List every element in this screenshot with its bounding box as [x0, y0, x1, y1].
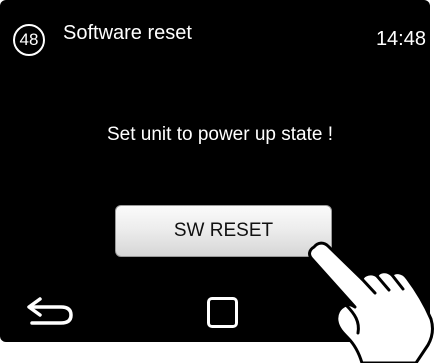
sw-reset-button-label: SW RESET [173, 220, 274, 241]
home-button[interactable] [207, 297, 238, 328]
back-arrow-icon [27, 297, 73, 325]
device-frame: 48 Software reset 14:48 Set unit to powe… [0, 0, 441, 363]
info-message: Set unit to power up state ! [106, 124, 334, 145]
menu-number: 48 [19, 30, 39, 49]
back-button[interactable] [26, 296, 74, 326]
sw-reset-button[interactable]: SW RESET [115, 205, 332, 257]
page-title: Software reset [63, 22, 192, 44]
menu-number-badge: 48 [13, 24, 45, 56]
display-screen: 48 Software reset 14:48 Set unit to powe… [0, 0, 430, 342]
clock: 14:48 [375, 28, 426, 50]
